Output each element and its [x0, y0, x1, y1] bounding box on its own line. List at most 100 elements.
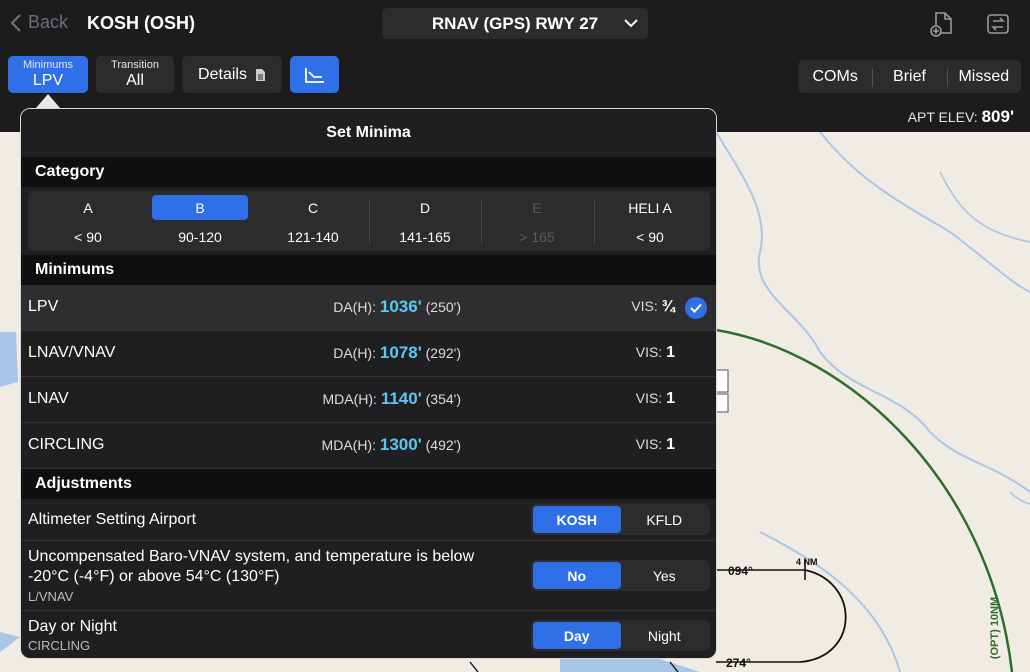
vis-value: 1 — [666, 344, 675, 361]
minimums-value: LPV — [32, 72, 64, 89]
transition-value: All — [126, 72, 144, 89]
procedure-selector[interactable]: RNAV (GPS) RWY 27 — [382, 8, 648, 39]
da-height: (492') — [425, 437, 461, 453]
da-type: DA(H): — [333, 345, 376, 361]
procedure-label: RNAV (GPS) RWY 27 — [431, 13, 599, 33]
add-document-icon[interactable] — [930, 11, 954, 37]
adjustment-day-night: Day or Night CIRCLING Day Night — [21, 611, 716, 658]
missed-tab[interactable]: Missed — [946, 68, 1021, 87]
swap-icon[interactable] — [986, 11, 1010, 37]
category-heli-a[interactable]: HELI A < 90 — [594, 191, 706, 251]
category-a[interactable]: A < 90 — [32, 191, 144, 251]
adjustment-subtitle: L/VNAV — [28, 589, 74, 604]
adjustment-subtitle: CIRCLING — [28, 638, 91, 653]
option-yes[interactable]: Yes — [621, 562, 709, 589]
back-label: Back — [28, 12, 69, 32]
minimums-header: Minimums — [21, 255, 716, 285]
airport-title: KOSH (OSH) — [87, 13, 195, 33]
decision-altitude: MDA(H): 1300' (492') — [322, 435, 461, 455]
transition-caption: Transition — [111, 59, 159, 71]
chevron-left-icon — [10, 13, 21, 32]
category-range: 121-140 — [287, 229, 339, 245]
da-value: 1300' — [379, 435, 422, 454]
course-094-label: 094° — [728, 564, 753, 578]
da-type: MDA(H): — [322, 391, 377, 407]
visibility: VIS: 1 — [636, 436, 675, 454]
minimums-name: LPV — [28, 298, 59, 315]
decision-altitude: MDA(H): 1140' (354') — [322, 389, 461, 409]
course-274-label: 274° — [726, 656, 751, 670]
chevron-down-icon — [624, 19, 638, 28]
category-letter: HELI A — [628, 199, 672, 216]
category-letter: C — [307, 199, 319, 216]
vis-value: 1 — [666, 390, 675, 407]
vis-label: VIS: — [635, 344, 663, 360]
chart-sections-segment: COMs Brief Missed — [798, 60, 1021, 93]
coms-tab[interactable]: COMs — [798, 68, 872, 86]
minimums-row-lnav-vnav[interactable]: LNAV/VNAV DA(H): 1078' (292') VIS: 1 — [21, 331, 716, 377]
category-range: < 90 — [74, 229, 102, 245]
vis-label: VIS: — [635, 436, 663, 452]
visibility: VIS: ¾ — [631, 298, 675, 316]
visibility: VIS: 1 — [636, 344, 675, 362]
da-type: MDA(H): — [321, 437, 376, 453]
category-letter: D — [419, 199, 431, 216]
category-b[interactable]: B 90-120 — [144, 191, 256, 251]
visibility: VIS: 1 — [636, 390, 675, 408]
decision-altitude: DA(H): 1036' (250') — [333, 297, 461, 317]
vis-value: 1 — [666, 436, 675, 453]
option-day[interactable]: Day — [533, 622, 621, 649]
profile-view-button[interactable] — [290, 56, 339, 93]
minimums-button[interactable]: Minimums LPV — [8, 56, 88, 93]
category-header: Category — [21, 157, 716, 187]
apt-elev-label: APT ELEV: — [907, 109, 978, 125]
adjustment-baro-vnav: Uncompensated Baro-VNAV system, and temp… — [21, 541, 716, 611]
category-d[interactable]: D 141-165 — [369, 191, 481, 251]
category-letter: B — [152, 195, 248, 220]
checkmark-icon — [685, 297, 707, 319]
option-no[interactable]: No — [533, 562, 621, 589]
adjustment-title: Altimeter Setting Airport — [28, 511, 197, 528]
minimums-row-lnav[interactable]: LNAV MDA(H): 1140' (354') VIS: 1 — [21, 377, 716, 423]
document-icon — [255, 68, 265, 81]
da-value: 1036' — [379, 297, 422, 316]
category-c[interactable]: C 121-140 — [257, 191, 369, 251]
details-button[interactable]: Details — [182, 56, 282, 93]
category-selector: A < 90 B 90-120 C 121-140 D 141-165 E > … — [28, 191, 710, 251]
minimums-name: LNAV/VNAV — [28, 344, 116, 361]
minimums-name: CIRCLING — [28, 436, 105, 453]
category-letter: A — [83, 199, 93, 216]
category-range: < 90 — [636, 229, 664, 245]
category-range: 141-165 — [399, 229, 451, 245]
minimums-name: LNAV — [28, 390, 69, 407]
airport-elevation: APT ELEV: 809' — [908, 107, 1014, 127]
option-kosh[interactable]: KOSH — [533, 506, 621, 533]
opt-10nm-label: (OPT) 10NM — [989, 596, 1002, 660]
minimums-caption: Minimums — [22, 59, 74, 71]
da-value: 1078' — [379, 343, 422, 362]
details-label: Details — [198, 65, 247, 83]
minimums-row-circling[interactable]: CIRCLING MDA(H): 1300' (492') VIS: 1 — [21, 423, 716, 469]
vis-value: ¾ — [661, 298, 675, 315]
adjustment-altimeter: Altimeter Setting Airport KOSH KFLD — [21, 499, 716, 541]
category-range: 90-120 — [178, 229, 222, 245]
set-minima-popover: Set Minima Category A < 90 B 90-120 C 12… — [20, 108, 717, 659]
minimums-row-lpv[interactable]: LPV DA(H): 1036' (250') VIS: ¾ — [21, 285, 716, 331]
apt-elev-value: 809' — [981, 107, 1014, 126]
category-letter: E — [532, 199, 542, 216]
option-night[interactable]: Night — [621, 622, 709, 649]
profile-view-icon — [304, 67, 324, 83]
category-range: > 165 — [519, 229, 555, 245]
da-height: (250') — [425, 299, 461, 315]
adjustment-title: Day or Night — [28, 618, 117, 635]
brief-tab[interactable]: Brief — [872, 68, 946, 87]
category-e: E > 165 — [481, 191, 593, 251]
popover-title: Set Minima — [21, 109, 716, 157]
distance-4nm-label: 4 NM — [796, 557, 818, 567]
adjustment-title: Uncompensated Baro-VNAV system, and temp… — [28, 548, 475, 585]
option-kfld[interactable]: KFLD — [621, 506, 709, 533]
altimeter-toggle: KOSH KFLD — [531, 504, 710, 535]
back-button[interactable]: Back — [10, 12, 68, 33]
transition-button[interactable]: Transition All — [96, 56, 174, 93]
da-height: (292') — [425, 345, 461, 361]
